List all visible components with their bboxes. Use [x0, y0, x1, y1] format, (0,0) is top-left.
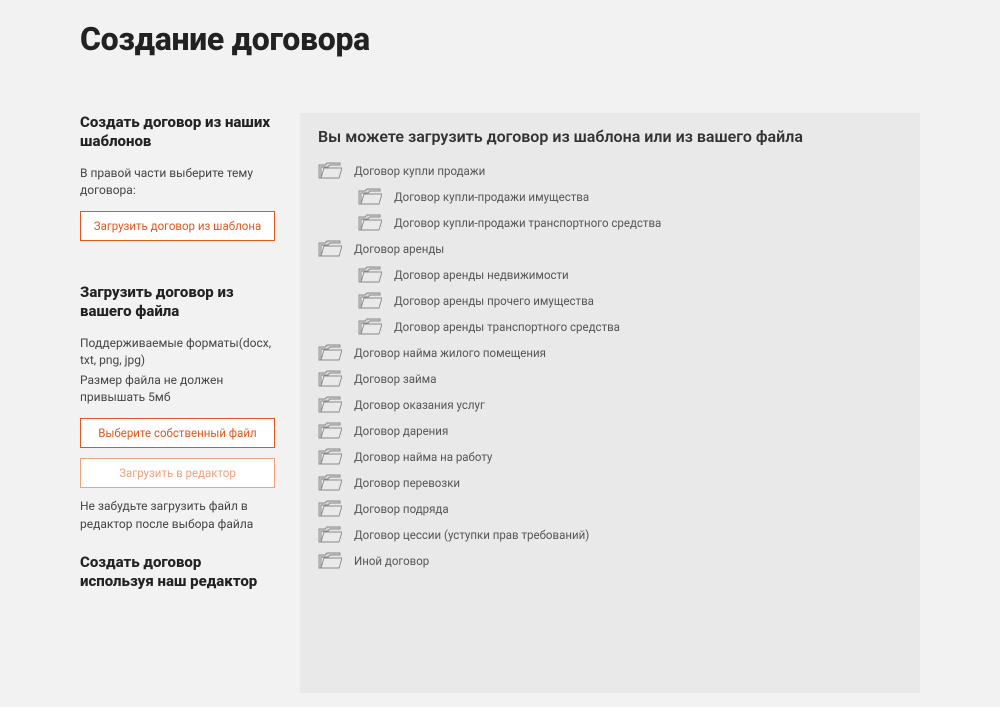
- folder-open-icon: [358, 317, 382, 337]
- folder-open-icon: [318, 447, 342, 467]
- folder-open-icon: [318, 525, 342, 545]
- tree-item[interactable]: Договор аренды транспортного средства: [318, 314, 902, 340]
- upload-heading: Загрузить договор из вашего файла: [80, 283, 275, 321]
- upload-note: Не забудьте загрузить файл в редактор по…: [80, 498, 275, 533]
- tree-item-label: Договор аренды недвижимости: [394, 268, 569, 282]
- templates-heading: Создать договор из наших шаблонов: [80, 113, 275, 151]
- tree-item-label: Договор найма жилого помещения: [354, 346, 546, 360]
- tree-item-label: Договор перевозки: [354, 476, 460, 490]
- tree-item-label: Договор аренды прочего имущества: [394, 294, 594, 308]
- folder-open-icon: [318, 473, 342, 493]
- editor-heading: Создать договор используя наш редактор: [80, 553, 275, 591]
- tree-item-label: Договор купли-продажи имущества: [394, 190, 589, 204]
- tree-item[interactable]: Договор аренды: [318, 236, 902, 262]
- folder-open-icon: [358, 291, 382, 311]
- folder-open-icon: [318, 343, 342, 363]
- templates-block: Создать договор из наших шаблонов В прав…: [80, 113, 275, 241]
- load-template-button[interactable]: Загрузить договор из шаблона: [80, 211, 275, 241]
- folder-open-icon: [318, 421, 342, 441]
- upload-to-editor-button[interactable]: Загрузить в редактор: [80, 458, 275, 488]
- folder-open-icon: [318, 161, 342, 181]
- tree-item[interactable]: Договор перевозки: [318, 470, 902, 496]
- folder-open-icon: [318, 551, 342, 571]
- folder-open-icon: [318, 395, 342, 415]
- tree-item-label: Договор цессии (уступки прав требований): [354, 528, 589, 542]
- tree-item[interactable]: Договор купли-продажи транспортного сред…: [318, 210, 902, 236]
- tree-item[interactable]: Договор займа: [318, 366, 902, 392]
- tree-item-label: Договор аренды транспортного средства: [394, 320, 620, 334]
- main-heading: Вы можете загрузить договор из шаблона и…: [318, 127, 902, 146]
- main-panel: Вы можете загрузить договор из шаблона и…: [300, 113, 920, 693]
- tree-item-label: Договор займа: [354, 372, 436, 386]
- tree-item[interactable]: Договор дарения: [318, 418, 902, 444]
- tree-item[interactable]: Иной договор: [318, 548, 902, 574]
- folder-open-icon: [358, 213, 382, 233]
- folder-open-icon: [358, 265, 382, 285]
- folder-open-icon: [358, 187, 382, 207]
- tree-item[interactable]: Договор подряда: [318, 496, 902, 522]
- folder-open-icon: [318, 369, 342, 389]
- folder-open-icon: [318, 239, 342, 259]
- tree-item-label: Договор купли продажи: [354, 164, 485, 178]
- tree-item-label: Договор дарения: [354, 424, 448, 438]
- tree-item[interactable]: Договор найма жилого помещения: [318, 340, 902, 366]
- upload-block: Загрузить договор из вашего файла Поддер…: [80, 283, 275, 533]
- tree-item[interactable]: Договор цессии (уступки прав требований): [318, 522, 902, 548]
- upload-formats-text: Поддерживаемые форматы(docx, txt, png, j…: [80, 335, 275, 370]
- tree-item-label: Иной договор: [354, 554, 429, 568]
- tree-item[interactable]: Договор купли продажи: [318, 158, 902, 184]
- tree-item[interactable]: Договор аренды недвижимости: [318, 262, 902, 288]
- tree-item-label: Договор купли-продажи транспортного сред…: [394, 216, 661, 230]
- tree-item[interactable]: Договор оказания услуг: [318, 392, 902, 418]
- tree-item[interactable]: Договор аренды прочего имущества: [318, 288, 902, 314]
- sidebar: Создать договор из наших шаблонов В прав…: [80, 113, 275, 693]
- editor-block: Создать договор используя наш редактор: [80, 553, 275, 591]
- upload-size-text: Размер файла не должен привышать 5мб: [80, 372, 275, 407]
- tree-item-label: Договор аренды: [354, 242, 444, 256]
- tree-item-label: Договор оказания услуг: [354, 398, 485, 412]
- choose-file-button[interactable]: Выберите собственный файл: [80, 418, 275, 448]
- folder-open-icon: [318, 499, 342, 519]
- tree-item-label: Договор найма на работу: [354, 450, 492, 464]
- tree-item[interactable]: Договор найма на работу: [318, 444, 902, 470]
- tree-item[interactable]: Договор купли-продажи имущества: [318, 184, 902, 210]
- page-title: Создание договора: [80, 20, 920, 58]
- tree-item-label: Договор подряда: [354, 502, 449, 516]
- templates-text: В правой части выберите тему договора:: [80, 165, 275, 200]
- template-tree: Договор купли продажи Договор купли-прода…: [318, 158, 902, 574]
